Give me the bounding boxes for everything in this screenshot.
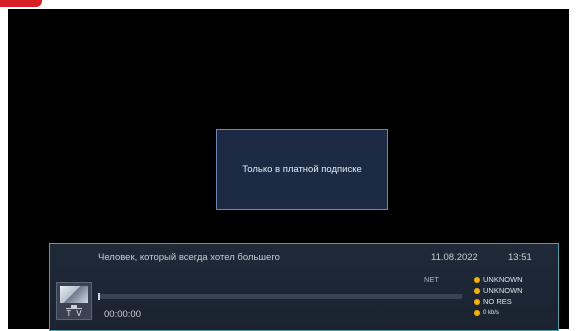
status-dot-icon xyxy=(474,276,480,283)
status-audio: UNKNOWN xyxy=(474,285,523,296)
playback-progress-bar xyxy=(98,294,462,299)
corner-badge xyxy=(0,0,42,7)
tv-screen: Только в платной подписке Человек, котор… xyxy=(8,9,569,331)
progress-start-marker xyxy=(98,293,100,300)
tv-screen-glyph xyxy=(60,286,88,303)
status-label: NO RES xyxy=(483,297,512,306)
popup-message: Только в платной подписке xyxy=(242,164,362,175)
program-title: Человек, который всегда хотел большего xyxy=(98,252,280,263)
tv-logo-text: TV xyxy=(66,309,87,318)
status-dot-icon xyxy=(474,309,480,316)
status-dot-icon xyxy=(474,287,480,294)
status-dot-icon xyxy=(474,298,480,305)
subscription-popup: Только в платной подписке xyxy=(216,129,388,210)
tv-icon: TV xyxy=(56,282,92,320)
time-label: 13:51 xyxy=(508,252,532,263)
status-video: UNKNOWN xyxy=(474,274,523,285)
channel-infobar: Человек, который всегда хотел большего 1… xyxy=(49,243,559,331)
status-label: 0 kb/s xyxy=(483,309,500,316)
date-label: 11.08.2022 xyxy=(431,252,478,263)
net-label: NET xyxy=(424,275,439,284)
status-resolution: NO RES xyxy=(474,296,523,307)
status-label: UNKNOWN xyxy=(483,286,523,295)
signal-status-list: UNKNOWN UNKNOWN NO RES 0 kb/s xyxy=(474,274,523,318)
elapsed-time: 00:00:00 xyxy=(104,309,141,320)
status-bitrate: 0 kb/s xyxy=(474,307,523,318)
status-label: UNKNOWN xyxy=(483,275,523,284)
